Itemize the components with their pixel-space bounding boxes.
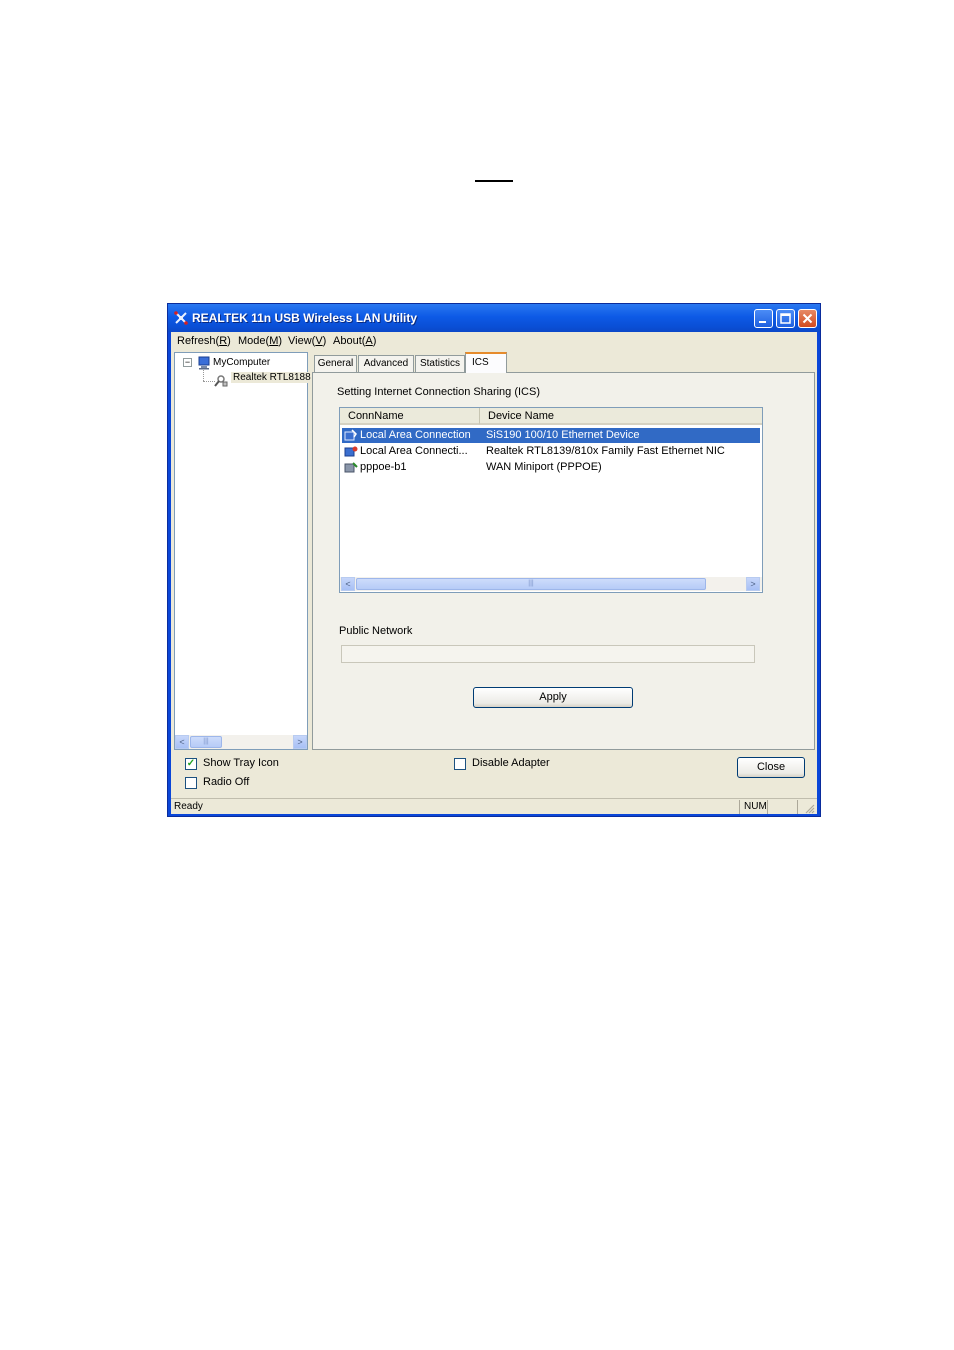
device-name: WAN Miniport (PPPOE) — [486, 461, 602, 473]
app-window: REALTEK 11n USB Wireless LAN Utility Ref… — [167, 303, 821, 817]
status-bar: Ready NUM — [171, 798, 817, 815]
app-network-icon — [174, 311, 188, 325]
lan-connection-icon — [344, 446, 358, 457]
scroll-left-icon[interactable]: < — [175, 735, 189, 749]
column-connname[interactable]: ConnName — [340, 408, 480, 425]
column-device-name[interactable]: Device Name — [480, 408, 762, 425]
status-separator — [797, 800, 798, 814]
lan-connection-icon — [344, 429, 357, 441]
scroll-left-icon[interactable]: < — [341, 577, 355, 591]
close-window-button[interactable] — [798, 309, 817, 328]
tree-scroll-thumb[interactable]: ||| — [190, 736, 222, 748]
computer-icon — [198, 356, 210, 370]
list-item[interactable]: Local Area Connecti... Realtek RTL8139/8… — [342, 444, 760, 459]
tree-collapse-toggle[interactable]: − — [183, 358, 192, 367]
resize-grip-icon[interactable] — [803, 802, 815, 814]
public-network-label: Public Network — [339, 625, 413, 637]
scroll-right-icon[interactable]: > — [746, 577, 760, 591]
list-horizontal-scrollbar[interactable]: < ||| > — [340, 577, 762, 591]
menu-view[interactable]: View(V) — [288, 335, 326, 347]
adapter-tree: − MyComputer Realtek RTL8188 < ||| > — [174, 352, 313, 750]
radio-off-checkbox[interactable] — [185, 777, 197, 789]
list-item[interactable]: Local Area Connection SiS190 100/10 Ethe… — [342, 428, 760, 443]
conn-name: Local Area Connecti... — [360, 445, 468, 457]
tree-root-label[interactable]: MyComputer — [213, 357, 270, 368]
window-client-area: Refresh(R) Mode(M) View(V) About(A) − My… — [171, 332, 817, 814]
menu-about[interactable]: About(A) — [333, 335, 376, 347]
tab-strip: General Advanced Statistics ICS — [312, 352, 815, 373]
list-scroll-thumb[interactable]: ||| — [356, 578, 706, 590]
wireless-adapter-icon — [214, 375, 228, 387]
menu-mode[interactable]: Mode(M) — [238, 335, 282, 347]
minimize-icon — [759, 321, 766, 323]
tab-general[interactable]: General — [314, 355, 357, 372]
connection-list[interactable]: ConnName Device Name Local Area Connecti… — [339, 407, 763, 593]
apply-button[interactable]: Apply — [473, 687, 633, 708]
maximize-icon — [780, 313, 791, 324]
tab-advanced[interactable]: Advanced — [358, 355, 414, 372]
tab-ics[interactable]: ICS — [465, 352, 507, 373]
tab-statistics[interactable]: Statistics — [415, 355, 465, 372]
dialup-connection-icon — [344, 462, 358, 473]
tree-adapter-label[interactable]: Realtek RTL8188 — [231, 372, 313, 383]
menu-bar: Refresh(R) Mode(M) View(V) About(A) — [171, 332, 817, 350]
status-text: Ready — [174, 801, 203, 812]
disable-adapter-label[interactable]: Disable Adapter — [472, 757, 550, 769]
title-bar[interactable]: REALTEK 11n USB Wireless LAN Utility — [168, 304, 820, 332]
ics-heading: Setting Internet Connection Sharing (ICS… — [337, 386, 541, 398]
tree-connector — [203, 370, 205, 381]
close-button[interactable]: Close — [737, 757, 805, 778]
page-dash-mark — [475, 180, 513, 182]
conn-name: Local Area Connection — [360, 429, 471, 441]
maximize-button[interactable] — [776, 309, 795, 328]
minimize-button[interactable] — [754, 309, 773, 328]
device-name: SiS190 100/10 Ethernet Device — [486, 429, 640, 441]
menu-refresh[interactable]: Refresh(R) — [177, 335, 231, 347]
status-separator — [739, 800, 740, 814]
tree-horizontal-scrollbar[interactable]: < ||| > — [175, 735, 307, 749]
close-icon — [802, 313, 813, 324]
status-num: NUM — [744, 801, 767, 812]
show-tray-icon-checkbox[interactable]: ✓ — [185, 758, 197, 770]
ics-tab-panel: Setting Internet Connection Sharing (ICS… — [312, 372, 815, 750]
window-title: REALTEK 11n USB Wireless LAN Utility — [192, 311, 418, 325]
radio-off-label[interactable]: Radio Off — [203, 776, 249, 788]
disable-adapter-checkbox[interactable] — [454, 758, 466, 770]
status-separator — [767, 800, 768, 814]
list-item[interactable]: pppoe-b1 WAN Miniport (PPPOE) — [342, 460, 760, 475]
show-tray-icon-label[interactable]: Show Tray Icon — [203, 757, 279, 769]
scroll-right-icon[interactable]: > — [293, 735, 307, 749]
public-network-field[interactable] — [341, 645, 755, 663]
conn-name: pppoe-b1 — [360, 461, 407, 473]
device-name: Realtek RTL8139/810x Family Fast Etherne… — [486, 445, 725, 457]
